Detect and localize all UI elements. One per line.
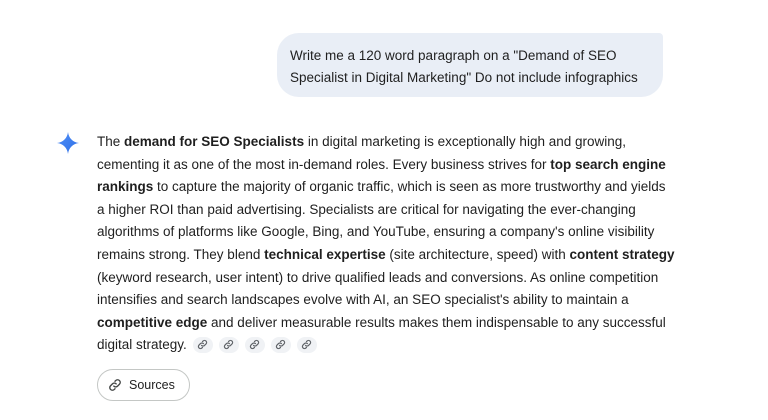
response-line: remains strong. They blend technical exp… (97, 244, 677, 267)
text-segment: (site architecture, speed) with (385, 246, 570, 262)
link-icon (250, 340, 260, 350)
user-message-line: Specialist in Digital Marketing" Do not … (290, 70, 638, 85)
user-message-line: Write me a 120 word paragraph on a "Dema… (290, 48, 617, 63)
text-segment: intensifies and search landscapes evolve… (97, 292, 629, 308)
link-icon (109, 379, 121, 391)
text-segment: (keyword research, user intent) to drive… (97, 269, 659, 285)
response-line: digital strategy. (97, 334, 677, 357)
response-line: algorithms of platforms like Google, Bin… (97, 221, 677, 244)
user-message-bubble: Write me a 120 word paragraph on a "Dema… (277, 33, 663, 97)
text-segment: in digital marketing is exceptionally hi… (304, 134, 627, 149)
citation-chip[interactable] (296, 336, 317, 353)
sources-button[interactable]: Sources (97, 369, 190, 401)
citation-chip[interactable] (270, 336, 291, 353)
citation-chip[interactable] (192, 336, 213, 353)
response-line: a higher ROI than paid advertising. Spec… (97, 199, 677, 222)
bold-segment: demand for SEO Specialists (124, 134, 305, 149)
response-line: intensifies and search landscapes evolve… (97, 289, 677, 312)
sources-label: Sources (129, 378, 175, 392)
text-segment: remains strong. They blend (97, 246, 265, 262)
link-icon (224, 340, 234, 350)
text-segment: to capture the majority of organic traff… (153, 179, 666, 195)
citation-chip[interactable] (218, 336, 239, 353)
response-line: cementing it as one of the most in-deman… (97, 154, 677, 177)
citation-chip[interactable] (244, 336, 265, 353)
response-line: rankings to capture the majority of orga… (97, 176, 677, 199)
text-segment: cementing it as one of the most in-deman… (97, 156, 551, 172)
bold-segment: rankings (97, 179, 154, 195)
response-line: The demand for SEO Specialists in digita… (97, 131, 677, 154)
bold-segment: technical expertise (264, 246, 386, 262)
text-segment: The (97, 134, 125, 149)
text-segment: digital strategy. (97, 337, 187, 353)
bold-segment: top search engine (550, 156, 666, 172)
text-segment: a higher ROI than paid advertising. Spec… (97, 201, 636, 217)
response-line: (keyword research, user intent) to drive… (97, 267, 677, 290)
response-line: competitive edge and deliver measurable … (97, 312, 677, 335)
link-icon (198, 340, 208, 350)
response-paragraph: The demand for SEO Specialists in digita… (97, 131, 677, 357)
link-icon (276, 340, 286, 350)
citation-chips (192, 336, 317, 353)
bold-segment: competitive edge (97, 314, 208, 330)
text-segment: algorithms of platforms like Google, Bin… (97, 224, 655, 240)
gemini-spark-icon (57, 132, 79, 154)
bold-segment: content strategy (569, 246, 675, 262)
text-segment: and deliver measurable results makes the… (207, 314, 666, 330)
link-icon (302, 340, 312, 350)
